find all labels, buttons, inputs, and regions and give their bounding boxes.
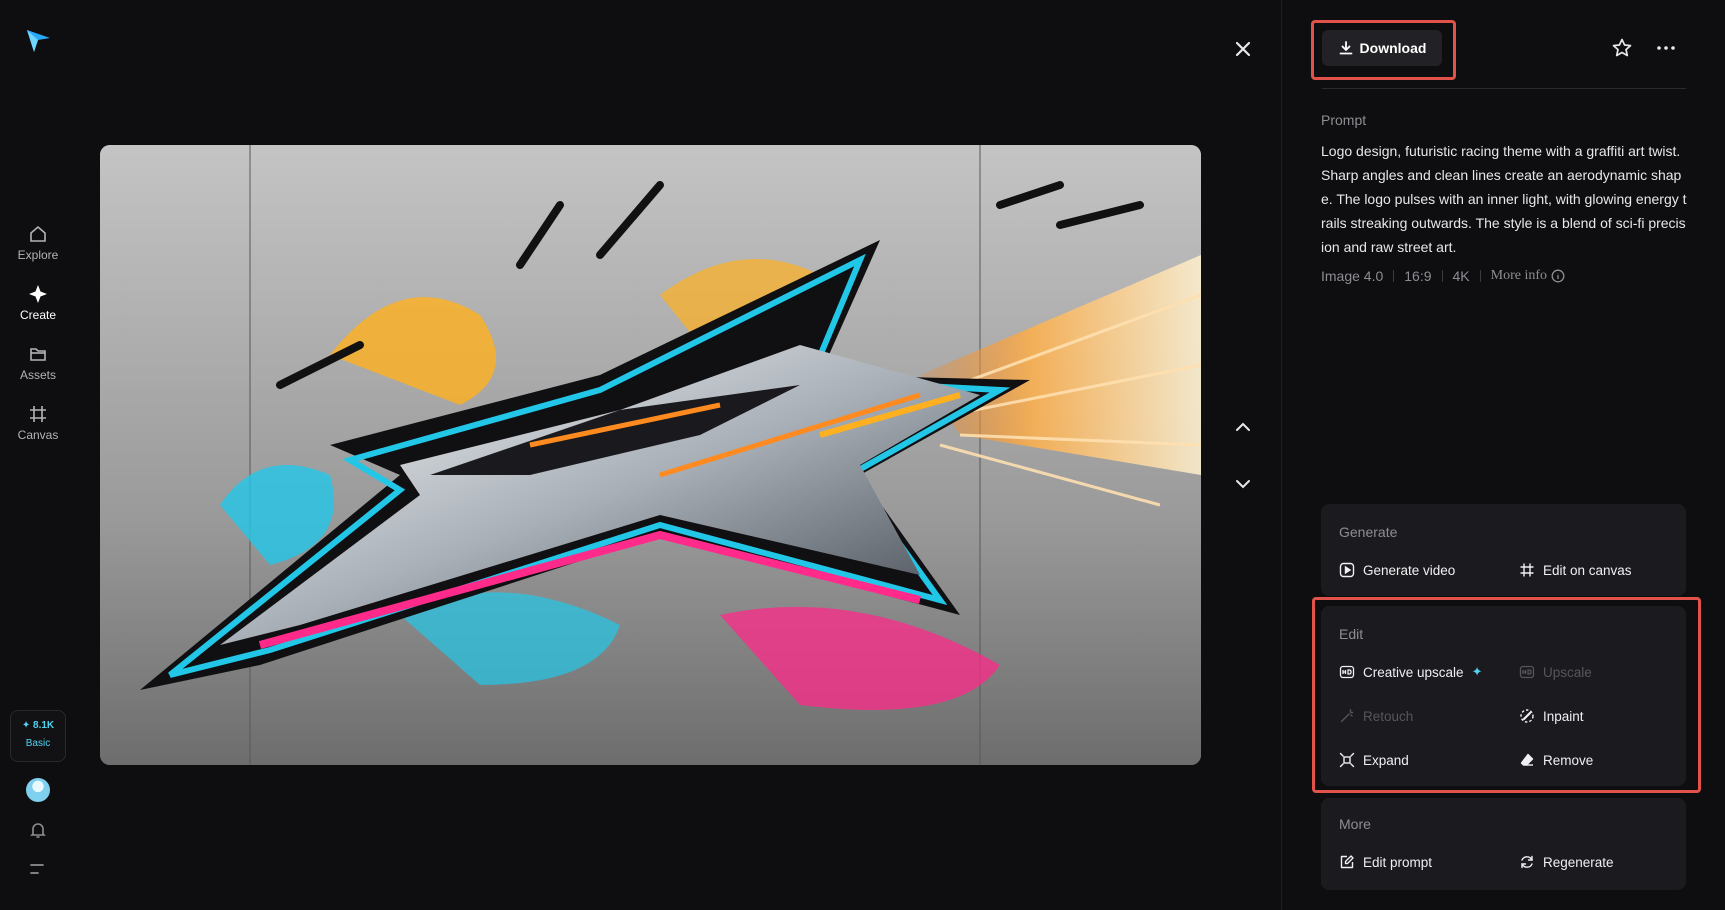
close-icon[interactable] [1232,38,1254,60]
expand-icon [1339,752,1355,768]
graffiti-racing-logo-image [100,145,1201,765]
panel-divider [1281,0,1282,910]
expand-label: Expand [1363,752,1409,768]
magic-wand-icon [1340,709,1354,723]
eraser-icon [1520,753,1534,766]
app-logo-icon[interactable] [24,26,52,54]
credits-amount: 8.1K [33,720,55,731]
regenerate-label: Regenerate [1543,854,1614,870]
generate-card: Generate Generate video Edit on canvas [1321,504,1686,596]
hd-upscale-icon [1339,665,1355,679]
edit-card: Edit Creative upscale ✦ Upscale Retouch … [1321,606,1686,786]
app-root: Explore Create Assets Canvas ✦ 8.1K Basi… [0,0,1725,910]
download-icon [1339,41,1352,55]
hd-icon [1519,665,1535,679]
download-label: Download [1359,40,1427,56]
sidebar: Explore Create Assets Canvas ✦ 8.1K Basi… [0,0,76,910]
prompt-label: Prompt [1321,112,1367,128]
nav-assets-label: Assets [19,368,56,382]
expand-button[interactable]: Expand [1339,752,1409,768]
edit-on-canvas-label: Edit on canvas [1543,562,1632,578]
more-info-link[interactable]: More info [1491,268,1565,284]
inpaint-label: Inpaint [1543,708,1584,724]
meta-separator [1441,270,1443,282]
generated-image[interactable] [100,145,1201,765]
generate-title: Generate [1339,524,1398,540]
more-card: More Edit prompt Regenerate [1321,798,1686,890]
remove-label: Remove [1543,752,1594,768]
more-options-icon[interactable] [1655,37,1677,59]
nav-explore[interactable]: Explore [0,224,76,262]
next-image-chevron-down-icon[interactable] [1233,474,1253,494]
creative-upscale-label: Creative upscale [1363,664,1464,680]
inpaint-button[interactable]: Inpaint [1519,708,1584,724]
favorite-star-icon[interactable] [1611,37,1633,59]
inpaint-icon [1520,709,1534,723]
menu-icon[interactable] [29,862,47,876]
previous-image-chevron-up-icon[interactable] [1233,417,1253,437]
meta-separator [1479,270,1481,282]
meta-resolution: 4K [1452,268,1470,284]
nav-assets[interactable]: Assets [0,344,76,382]
edit-prompt-icon [1340,855,1354,869]
prompt-text: Logo design, futuristic racing theme wit… [1321,143,1687,255]
regenerate-button[interactable]: Regenerate [1519,854,1614,870]
nav-explore-label: Explore [17,248,59,262]
edit-prompt-button[interactable]: Edit prompt [1339,854,1432,870]
upscale-label: Upscale [1543,664,1592,680]
folder-icon [30,348,46,361]
meta-separator [1393,270,1395,282]
upscale-button[interactable]: Upscale [1519,664,1592,680]
plan-label: Basic [25,738,51,749]
download-button[interactable]: Download [1322,30,1442,66]
regenerate-icon [1521,855,1533,869]
retouch-button[interactable]: Retouch [1339,708,1413,724]
nav-create[interactable]: Create [0,284,76,322]
image-meta: Image 4.0 16:9 4K More info [1321,268,1565,284]
avatar[interactable] [26,778,50,802]
meta-ratio: 16:9 [1404,268,1432,284]
edit-prompt-label: Edit prompt [1363,854,1433,870]
header-divider [1322,88,1686,89]
bell-icon[interactable] [28,820,48,840]
canvas-icon [30,406,46,422]
generate-video-label: Generate video [1363,562,1456,578]
meta-model: Image 4.0 [1321,268,1384,284]
sparkle-icon [29,285,47,303]
play-square-icon [1339,562,1355,578]
more-info-label: More info [1490,268,1548,283]
info-icon [1551,269,1565,283]
nav-canvas[interactable]: Canvas [0,404,76,442]
nav-canvas-label: Canvas [17,428,59,442]
remove-button[interactable]: Remove [1519,752,1593,768]
edit-title: Edit [1339,626,1364,642]
home-icon [30,225,46,242]
more-title: More [1339,816,1371,832]
creative-upscale-button[interactable]: Creative upscale ✦ [1339,664,1482,680]
edit-on-canvas-button[interactable]: Edit on canvas [1519,562,1632,578]
canvas-icon [1520,563,1534,577]
retouch-label: Retouch [1363,708,1414,724]
nav-create-label: Create [19,308,57,322]
credits-badge[interactable]: ✦ 8.1K Basic [10,710,66,762]
credits-sparkle-icon: ✦ [21,720,31,731]
sparkle-icon: ✦ [1471,664,1483,679]
generate-video-button[interactable]: Generate video [1339,562,1455,578]
